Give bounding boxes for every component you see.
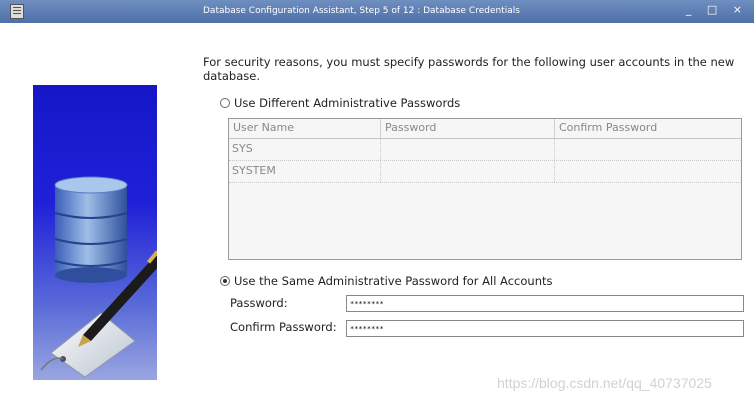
- confirm-password-label: Confirm Password:: [230, 320, 337, 334]
- column-header-confirm-password: Confirm Password: [559, 121, 658, 134]
- window-controls[interactable]: _ □ ×: [686, 3, 748, 16]
- cell-password: [381, 161, 555, 182]
- radio-button-off[interactable]: [220, 97, 230, 108]
- intro-text: For security reasons, you must specify p…: [203, 55, 735, 83]
- column-header-password: Password: [381, 119, 555, 138]
- cell-user-name: SYS: [229, 139, 381, 160]
- password-label: Password:: [230, 296, 288, 310]
- confirm-password-input[interactable]: ********: [346, 320, 744, 337]
- radio-different-label: Use Different Administrative Passwords: [234, 96, 461, 110]
- wizard-illustration: [33, 85, 157, 380]
- radio-button-on[interactable]: [220, 275, 230, 286]
- cell-user-name: SYSTEM: [229, 161, 381, 182]
- table-row: SYS: [229, 139, 741, 161]
- user-password-table: User Name Password Confirm Password SYS …: [228, 118, 742, 260]
- app-menu-icon[interactable]: [10, 4, 24, 19]
- table-header: User Name Password Confirm Password: [229, 119, 741, 139]
- table-row: SYSTEM: [229, 161, 741, 183]
- cell-password: [381, 139, 555, 160]
- radio-different-passwords[interactable]: Use Different Administrative Passwords: [220, 96, 460, 110]
- watermark: https://blog.csdn.net/qq_40737025: [497, 375, 712, 391]
- column-header-user-name: User Name: [229, 119, 381, 138]
- cell-confirm-password: [555, 139, 741, 160]
- title-bar[interactable]: Database Configuration Assistant, Step 5…: [0, 0, 754, 23]
- database-pen-icon: [40, 176, 157, 378]
- radio-same-label: Use the Same Administrative Password for…: [234, 274, 553, 288]
- cell-confirm-password: [555, 161, 741, 182]
- password-input[interactable]: ********: [346, 295, 744, 312]
- window-title: Database Configuration Assistant, Step 5…: [203, 6, 520, 16]
- radio-same-password[interactable]: Use the Same Administrative Password for…: [220, 274, 553, 288]
